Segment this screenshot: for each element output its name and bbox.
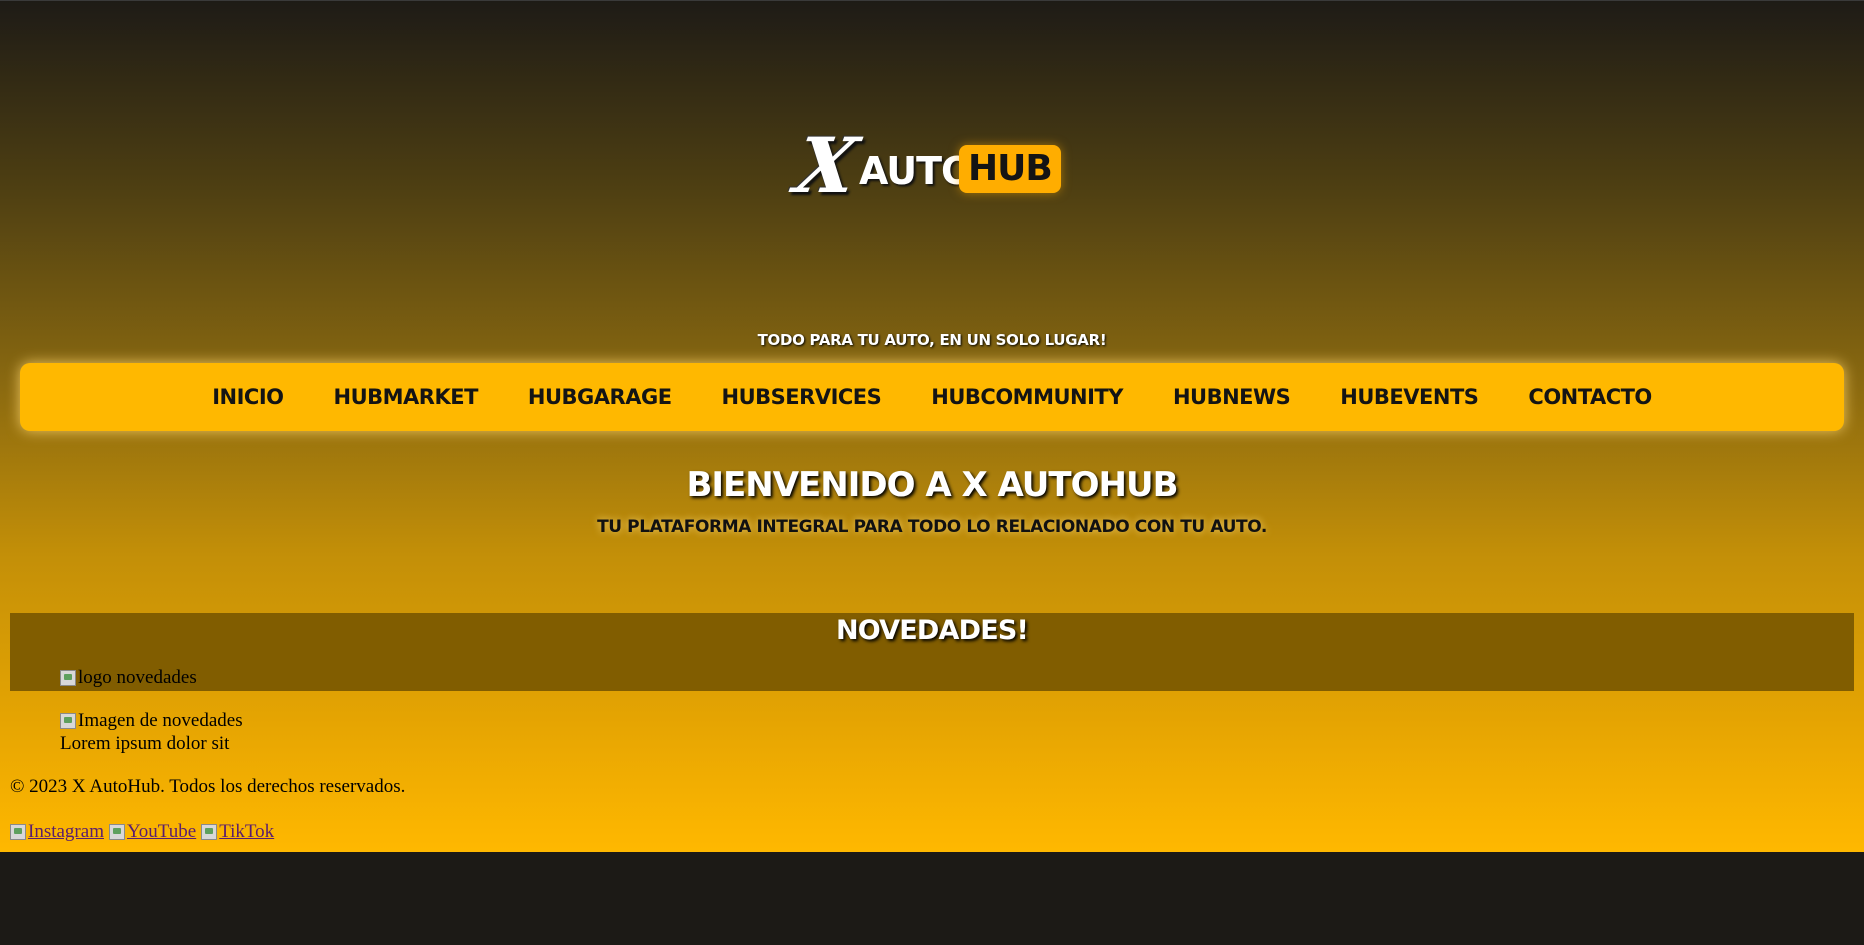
logo-auto-word: AUTO (859, 149, 973, 193)
instagram-link[interactable]: Instagram (10, 821, 104, 843)
nav-link-hubnews[interactable]: HUBNEWS (1173, 385, 1291, 409)
site-tagline: TODO PARA TU AUTO, EN UN SOLO LUGAR! (757, 331, 1107, 349)
nav-link-hubevents[interactable]: HUBEVENTS (1340, 385, 1479, 409)
logo-hub-badge: HUB (959, 145, 1061, 193)
youtube-link-label: YouTube (126, 821, 197, 842)
social-links: Instagram YouTube TikTok (10, 821, 274, 843)
broken-image-icon (60, 713, 76, 729)
youtube-link[interactable]: YouTube (108, 821, 197, 843)
instagram-link-label: Instagram (28, 821, 104, 842)
instagram-icon (10, 824, 26, 840)
welcome-title: BIENVENIDO A X AUTOHUB (686, 465, 1178, 505)
news-logo-image: logo novedades (60, 667, 197, 689)
nav-link-hubcommunity[interactable]: HUBCOMMUNITY (931, 385, 1123, 409)
tiktok-link[interactable]: TikTok (201, 821, 274, 843)
nav-link-contacto[interactable]: CONTACTO (1528, 385, 1652, 409)
site-logo[interactable]: X AUTO HUB (789, 121, 1061, 210)
nav-link-hubgarage[interactable]: HUBGARAGE (528, 385, 672, 409)
nav-link-hubmarket[interactable]: HUBMARKET (334, 385, 479, 409)
page-content: X AUTO HUB TODO PARA TU AUTO, EN UN SOLO… (0, 0, 1864, 852)
main-navigation: INICIO HUBMARKET HUBGARAGE HUBSERVICES H… (20, 363, 1844, 431)
footer-copyright: © 2023 X AutoHub. Todos los derechos res… (10, 776, 406, 797)
tiktok-link-label: TikTok (219, 821, 275, 842)
news-title: NOVEDADES! (835, 615, 1029, 646)
youtube-icon (108, 824, 125, 840)
tiktok-icon (201, 824, 218, 840)
news-image-alt-text: Imagen de novedades (78, 710, 243, 731)
logo-x-letter: X (789, 121, 864, 210)
news-text: Lorem ipsum dolor sit (60, 733, 230, 754)
welcome-subtitle: TU PLATAFORMA INTEGRAL PARA TODO LO RELA… (597, 517, 1267, 537)
broken-image-icon (60, 670, 76, 686)
news-image: Imagen de novedades (60, 710, 243, 732)
nav-link-inicio[interactable]: INICIO (212, 385, 284, 409)
news-logo-alt-text: logo novedades (78, 667, 197, 688)
nav-link-hubservices[interactable]: HUBSERVICES (722, 385, 882, 409)
